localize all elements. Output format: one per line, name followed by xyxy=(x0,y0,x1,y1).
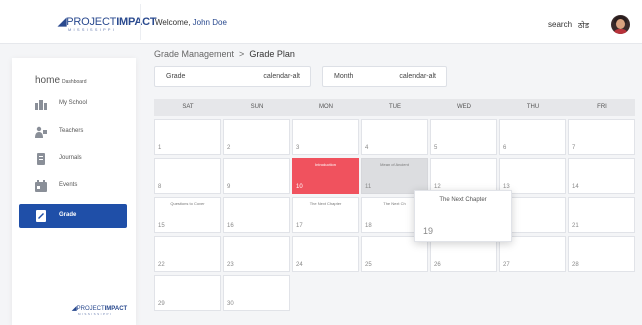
calendar-day-cell[interactable]: 24 xyxy=(292,236,359,272)
weekday-wed: WED xyxy=(457,104,471,110)
day-number: 16 xyxy=(227,223,234,229)
sidebar-item-my-school[interactable]: My School xyxy=(19,92,127,116)
calendar-day-cell[interactable]: 21 xyxy=(568,197,635,233)
day-number: 17 xyxy=(296,223,303,229)
events-icon xyxy=(35,180,47,192)
day-number: 26 xyxy=(434,262,441,268)
sidebar-item-journals[interactable]: Journals xyxy=(19,147,127,171)
sidebar-item-teachers[interactable]: Teachers xyxy=(19,120,127,144)
calendar-event[interactable]: The Next Chapter xyxy=(293,201,358,206)
calendar-day-cell[interactable]: 3 xyxy=(292,119,359,155)
day-number: 30 xyxy=(227,301,234,307)
school-icon xyxy=(35,100,47,110)
weekday-sun: SUN xyxy=(250,104,264,110)
calendar-day-cell[interactable]: 30 xyxy=(223,275,290,311)
day-number: 24 xyxy=(296,262,303,268)
calendar-day-cell[interactable]: 5 xyxy=(430,119,497,155)
day-number: 8 xyxy=(158,184,162,190)
day-number: 22 xyxy=(158,262,165,268)
day-number: 10 xyxy=(296,184,303,190)
day-number: 11 xyxy=(365,184,372,190)
breadcrumb-current: Grade Plan xyxy=(249,49,295,59)
app-root: ◢PROJECTIMPACT MISSISSIPPI Welcome, John… xyxy=(0,0,642,325)
day-number: 7 xyxy=(572,145,576,151)
search-button[interactable]: search xyxy=(548,20,572,29)
breadcrumb: Grade Management > Grade Plan xyxy=(154,49,295,59)
day-number: 3 xyxy=(296,145,300,151)
calendar-day-cell[interactable]: 22 xyxy=(154,236,221,272)
grade-select[interactable]: Grade calendar-alt xyxy=(154,66,311,87)
day-number: 2 xyxy=(227,145,231,151)
calendar-day-cell[interactable]: 8 xyxy=(154,158,221,194)
month-select[interactable]: Month calendar-alt xyxy=(322,66,447,87)
calendar-day-cell[interactable]: Introduction 10 xyxy=(292,158,359,194)
day-number: 29 xyxy=(158,301,165,307)
weekday-tue: TUE xyxy=(389,104,401,110)
day-number: 6 xyxy=(503,145,507,151)
sidebar-item-grade[interactable]: Grade xyxy=(19,204,127,228)
sidebar-title: home Dashboard xyxy=(35,75,87,86)
sidebar-item-events[interactable]: Events xyxy=(19,174,127,198)
day-number: 21 xyxy=(572,223,579,229)
calendar-day-cell[interactable]: 28 xyxy=(568,236,635,272)
day-number: 1 xyxy=(158,145,162,151)
user-name[interactable]: John Doe xyxy=(193,18,227,27)
calendar-day-cell[interactable]: 13 xyxy=(499,158,566,194)
day-number: 27 xyxy=(503,262,510,268)
welcome-message: Welcome, John Doe xyxy=(155,18,227,27)
calendar-day-cell[interactable]: 1 xyxy=(154,119,221,155)
day-number: 15 xyxy=(158,223,165,229)
calendar-day-cell[interactable]: 23 xyxy=(223,236,290,272)
calendar-day-cell[interactable]: 4 xyxy=(361,119,428,155)
calendar-event[interactable]: Introduction xyxy=(293,162,358,167)
top-header: ◢PROJECTIMPACT MISSISSIPPI Welcome, John… xyxy=(0,0,642,44)
calendar-day-cell[interactable]: 29 xyxy=(154,275,221,311)
day-number: 4 xyxy=(365,145,369,151)
grade-icon xyxy=(36,210,46,222)
day-number: 23 xyxy=(227,262,234,268)
day-number: 28 xyxy=(572,262,579,268)
teacher-icon xyxy=(35,126,47,138)
calendar-day-cell[interactable]: 9 xyxy=(223,158,290,194)
popup-day: 19 xyxy=(423,226,434,236)
calendar-day-cell[interactable]: Mean of Ancient 11 xyxy=(361,158,428,194)
breadcrumb-parent[interactable]: Grade Management xyxy=(154,49,234,59)
sidebar: home Dashboard My School Teachers Journal… xyxy=(12,58,136,325)
day-number: 18 xyxy=(365,223,372,229)
weekday-fri: FRI xyxy=(597,104,607,110)
calendar-event[interactable]: Mean of Ancient xyxy=(362,162,427,167)
journal-icon xyxy=(37,153,45,165)
weekday-mon: MON xyxy=(319,104,333,110)
event-popup[interactable]: The Next Chapter 19 xyxy=(414,190,512,242)
calendar-event[interactable]: Questions to Cover xyxy=(155,201,220,206)
calendar-day-cell[interactable]: Questions to Cover 15 xyxy=(154,197,221,233)
calendar-day-cell[interactable]: 12 xyxy=(430,158,497,194)
popup-title: The Next Chapter xyxy=(439,197,487,203)
calendar-icon: calendar-alt xyxy=(263,73,300,80)
sidebar-footer-logo: ◢PROJECTIMPACT MISSISSIPPI xyxy=(72,306,128,316)
calendar-day-cell[interactable]: 6 xyxy=(499,119,566,155)
weekday-thu: THU xyxy=(526,104,540,110)
day-number: 9 xyxy=(227,184,231,190)
calendar-day-cell[interactable]: 14 xyxy=(568,158,635,194)
day-number: 25 xyxy=(365,262,372,268)
calendar-icon: calendar-alt xyxy=(399,73,436,80)
calendar-day-cell[interactable]: The Next Chapter 17 xyxy=(292,197,359,233)
day-number: 5 xyxy=(434,145,438,151)
calendar-day-cell[interactable]: 2 xyxy=(223,119,290,155)
avatar[interactable] xyxy=(611,15,630,34)
calendar-day-cell[interactable]: 16 xyxy=(223,197,290,233)
calendar-weekday-header: SAT SUN MON TUE WED THU FRI xyxy=(154,99,635,116)
calendar-day-cell[interactable]: 7 xyxy=(568,119,635,155)
header-logo[interactable]: ◢PROJECTIMPACT MISSISSIPPI xyxy=(58,15,157,32)
language-switch[interactable]: ठोड xyxy=(578,20,589,31)
weekday-sat: SAT xyxy=(182,104,194,110)
day-number: 14 xyxy=(572,184,579,190)
header-divider xyxy=(140,4,141,40)
